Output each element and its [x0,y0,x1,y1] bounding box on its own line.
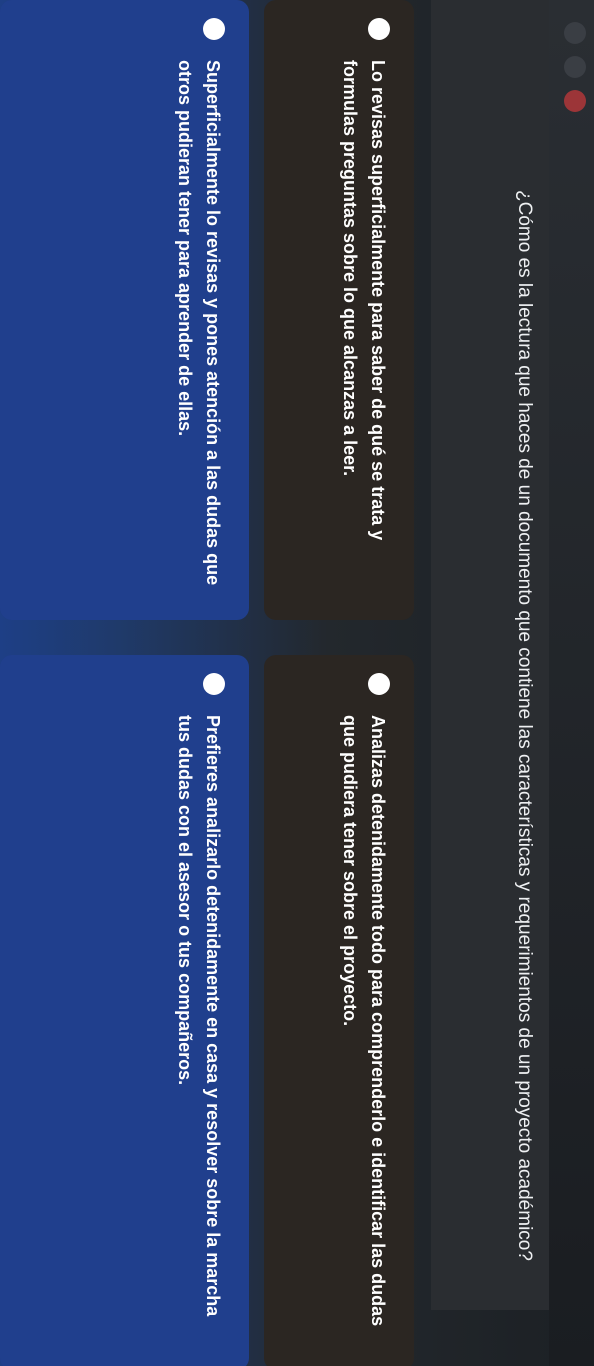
answer-option-3[interactable]: Superficialmente lo revisas y pones aten… [0,0,249,620]
answer-option-1[interactable]: Lo revisas superficialmente para saber d… [264,0,414,620]
answer-label: Superficialmente lo revisas y pones aten… [175,60,223,586]
answer-option-4[interactable]: Prefieres analizarlo detenidamente en ca… [0,655,249,1366]
back-icon[interactable] [564,56,586,78]
answer-label: Prefieres analizarlo detenidamente en ca… [175,715,223,1317]
question-text: ¿Cómo es la lectura que haces de un docu… [514,190,535,1261]
radio-button[interactable] [368,18,390,40]
window-controls [564,22,586,112]
window-top-bar [549,0,594,1366]
answer-option-2[interactable]: Analizas detenidamente todo para compren… [264,655,414,1366]
radio-button[interactable] [368,673,390,695]
radio-button[interactable] [203,18,225,40]
answer-label: Analizas detenidamente todo para compren… [340,715,388,1327]
answer-label: Lo revisas superficialmente para saber d… [340,60,388,541]
close-icon[interactable] [564,90,586,112]
question-card: ¿Cómo es la lectura que haces de un docu… [431,0,549,1310]
menu-icon[interactable] [564,22,586,44]
quiz-screen: ¿Cómo es la lectura que haces de un docu… [0,0,594,1366]
radio-button[interactable] [203,673,225,695]
